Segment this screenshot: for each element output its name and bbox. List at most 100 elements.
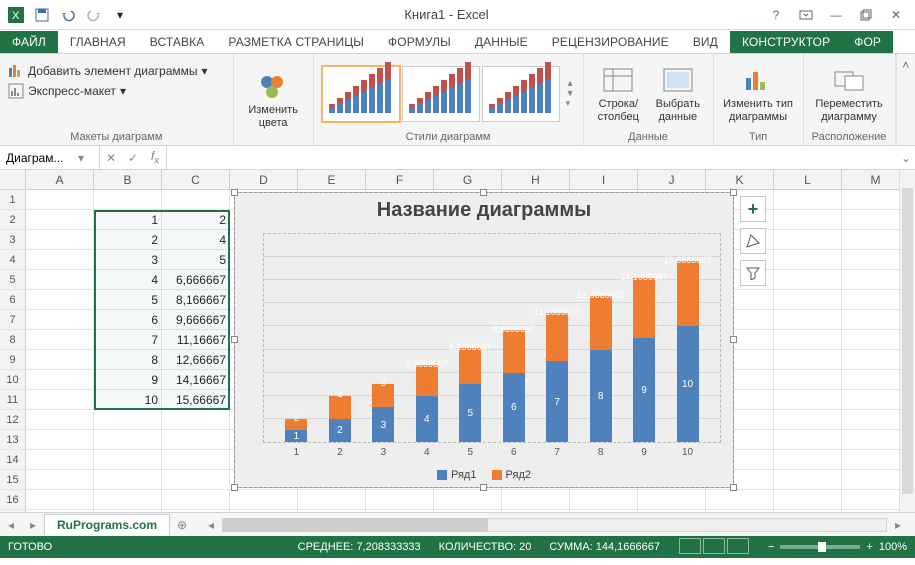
- worksheet-grid[interactable]: ABCDEFGHIJKLM 1212324435546,666667658,16…: [0, 170, 915, 512]
- chart-filters-button[interactable]: [740, 260, 766, 286]
- cell[interactable]: [774, 410, 842, 430]
- cell[interactable]: [298, 510, 366, 512]
- cell[interactable]: [774, 290, 842, 310]
- hscroll-right[interactable]: ▸: [887, 518, 909, 532]
- chart-legend[interactable]: Ряд1 Ряд2: [235, 469, 733, 483]
- cell[interactable]: [94, 510, 162, 512]
- row-header[interactable]: 15: [0, 470, 26, 490]
- row-header[interactable]: 13: [0, 430, 26, 450]
- cell[interactable]: [26, 290, 94, 310]
- cell[interactable]: [570, 510, 638, 512]
- help-icon[interactable]: ?: [761, 2, 791, 28]
- plot-area[interactable]: 12124235346,6666667458,1666667569,666666…: [263, 233, 721, 443]
- cell[interactable]: 4: [162, 230, 230, 250]
- cell[interactable]: [162, 190, 230, 210]
- col-header[interactable]: I: [570, 170, 638, 189]
- cell[interactable]: [26, 310, 94, 330]
- qat-dropdown-icon[interactable]: ▾: [108, 4, 132, 26]
- cell[interactable]: [502, 510, 570, 512]
- chart-style-gallery[interactable]: [322, 66, 560, 122]
- chart-style-2[interactable]: [402, 66, 480, 122]
- name-box-input[interactable]: [4, 150, 74, 166]
- col-header[interactable]: H: [502, 170, 570, 189]
- cell[interactable]: [162, 490, 230, 510]
- cell[interactable]: 6,666667: [162, 270, 230, 290]
- save-icon[interactable]: [30, 4, 54, 26]
- gallery-scroll-down[interactable]: ▼: [566, 88, 575, 98]
- cell[interactable]: 12,66667: [162, 350, 230, 370]
- cell[interactable]: 8,166667: [162, 290, 230, 310]
- fx-icon[interactable]: fx: [144, 146, 166, 169]
- col-header[interactable]: A: [26, 170, 94, 189]
- cell[interactable]: [94, 410, 162, 430]
- cell[interactable]: 9: [94, 370, 162, 390]
- cell[interactable]: 11,16667: [162, 330, 230, 350]
- cell[interactable]: [26, 270, 94, 290]
- col-header[interactable]: F: [366, 170, 434, 189]
- name-box[interactable]: ▾: [0, 146, 100, 169]
- cell[interactable]: [162, 510, 230, 512]
- cell[interactable]: [162, 410, 230, 430]
- tab-design[interactable]: КОНСТРУКТОР: [730, 31, 842, 53]
- cell[interactable]: [774, 190, 842, 210]
- quick-layout-button[interactable]: Экспресс-макет▾: [8, 82, 126, 100]
- chart-style-3[interactable]: [482, 66, 560, 122]
- sheet-nav-next[interactable]: ▸: [22, 518, 44, 532]
- expand-formula-bar-icon[interactable]: ⌄: [897, 151, 915, 165]
- change-colors-button[interactable]: Изменить цвета: [242, 70, 305, 128]
- row-header[interactable]: 14: [0, 450, 26, 470]
- cell[interactable]: 5: [94, 290, 162, 310]
- chart-elements-button[interactable]: +: [740, 196, 766, 222]
- cell[interactable]: [26, 390, 94, 410]
- tab-formulas[interactable]: ФОРМУЛЫ: [376, 31, 463, 53]
- tab-pagelayout[interactable]: РАЗМЕТКА СТРАНИЦЫ: [216, 31, 376, 53]
- row-header[interactable]: 3: [0, 230, 26, 250]
- cell[interactable]: 9,666667: [162, 310, 230, 330]
- cell[interactable]: [26, 490, 94, 510]
- embedded-chart[interactable]: Название диаграммы 12124235346,666666745…: [234, 192, 734, 488]
- cell[interactable]: 5: [162, 250, 230, 270]
- select-data-button[interactable]: Выбрать данные: [651, 64, 705, 122]
- col-header[interactable]: K: [706, 170, 774, 189]
- zoom-in-icon[interactable]: +: [866, 541, 872, 553]
- new-sheet-button[interactable]: ⊕: [170, 518, 194, 532]
- row-header[interactable]: 16: [0, 490, 26, 510]
- cell[interactable]: [774, 430, 842, 450]
- cell[interactable]: [774, 470, 842, 490]
- cell[interactable]: 1: [94, 210, 162, 230]
- col-header[interactable]: L: [774, 170, 842, 189]
- cell[interactable]: [26, 510, 94, 512]
- tab-insert[interactable]: ВСТАВКА: [138, 31, 217, 53]
- cell[interactable]: [638, 490, 706, 510]
- row-header[interactable]: 6: [0, 290, 26, 310]
- collapse-ribbon-icon[interactable]: ˄: [896, 54, 915, 145]
- move-chart-button[interactable]: Переместить диаграмму: [812, 64, 887, 122]
- cell[interactable]: [230, 490, 298, 510]
- row-header[interactable]: 10: [0, 370, 26, 390]
- row-header[interactable]: 11: [0, 390, 26, 410]
- col-header[interactable]: B: [94, 170, 162, 189]
- cell[interactable]: [26, 430, 94, 450]
- cell[interactable]: [774, 510, 842, 512]
- tab-data[interactable]: ДАННЫЕ: [463, 31, 540, 53]
- cell[interactable]: [434, 510, 502, 512]
- cell[interactable]: [94, 490, 162, 510]
- zoom-value[interactable]: 100%: [879, 541, 907, 553]
- sheet-nav-prev[interactable]: ◂: [0, 518, 22, 532]
- zoom-control[interactable]: − + 100%: [768, 541, 907, 553]
- zoom-out-icon[interactable]: −: [768, 541, 774, 553]
- cell[interactable]: [366, 510, 434, 512]
- tab-review[interactable]: РЕЦЕНЗИРОВАНИЕ: [540, 31, 681, 53]
- horizontal-scrollbar[interactable]: [222, 518, 887, 532]
- redo-icon[interactable]: [82, 4, 106, 26]
- cell[interactable]: 7: [94, 330, 162, 350]
- cell[interactable]: [774, 390, 842, 410]
- cell[interactable]: [774, 210, 842, 230]
- cell[interactable]: [26, 350, 94, 370]
- cell[interactable]: [26, 250, 94, 270]
- add-chart-element-button[interactable]: Добавить элемент диаграммы▾: [8, 62, 208, 80]
- row-header[interactable]: 9: [0, 350, 26, 370]
- column-headers[interactable]: ABCDEFGHIJKLM: [0, 170, 915, 190]
- cell[interactable]: 14,16667: [162, 370, 230, 390]
- cell[interactable]: [94, 450, 162, 470]
